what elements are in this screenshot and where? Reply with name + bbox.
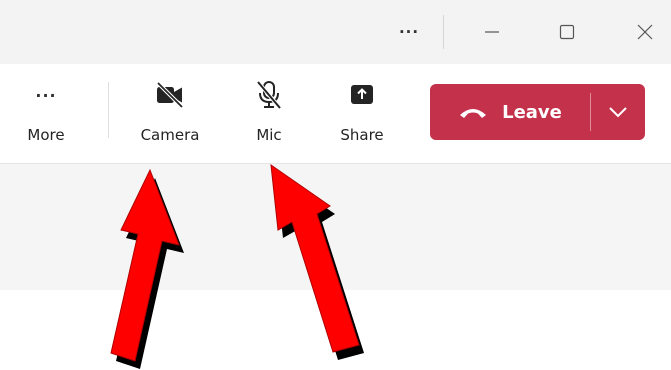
camera-label: Camera (140, 126, 200, 144)
meeting-content-area (0, 164, 671, 290)
leave-button-group: Leave (430, 84, 645, 140)
mic-button[interactable]: Mic (229, 80, 309, 150)
more-label: More (27, 126, 65, 144)
titlebar-more-button[interactable]: ··· (392, 10, 426, 54)
more-icon: ··· (398, 23, 420, 41)
window-titlebar: ··· (0, 0, 671, 64)
share-button[interactable]: Share (322, 80, 402, 150)
minimize-button[interactable] (472, 10, 512, 54)
maximize-button[interactable] (547, 10, 587, 54)
minimize-icon (485, 31, 499, 33)
share-screen-icon (351, 85, 373, 104)
video-off-icon (156, 81, 184, 109)
more-actions-icon: ··· (35, 85, 57, 105)
chevron-down-icon (609, 107, 627, 118)
maximize-icon (559, 24, 575, 40)
share-label: Share (340, 126, 384, 144)
meeting-toolbar: ··· More Camera Mic Share Leave (0, 64, 671, 164)
more-button[interactable]: ··· More (6, 80, 86, 150)
hang-up-icon (460, 109, 487, 118)
leave-button[interactable]: Leave (430, 84, 590, 140)
close-window-button[interactable] (625, 10, 665, 54)
mic-label: Mic (256, 126, 282, 144)
titlebar-divider (443, 15, 444, 49)
camera-button[interactable]: Camera (130, 80, 210, 150)
close-icon (637, 24, 653, 40)
toolbar-divider (108, 82, 109, 138)
mic-off-icon (256, 80, 282, 110)
leave-options-button[interactable] (591, 84, 645, 140)
leave-label: Leave (502, 101, 562, 123)
